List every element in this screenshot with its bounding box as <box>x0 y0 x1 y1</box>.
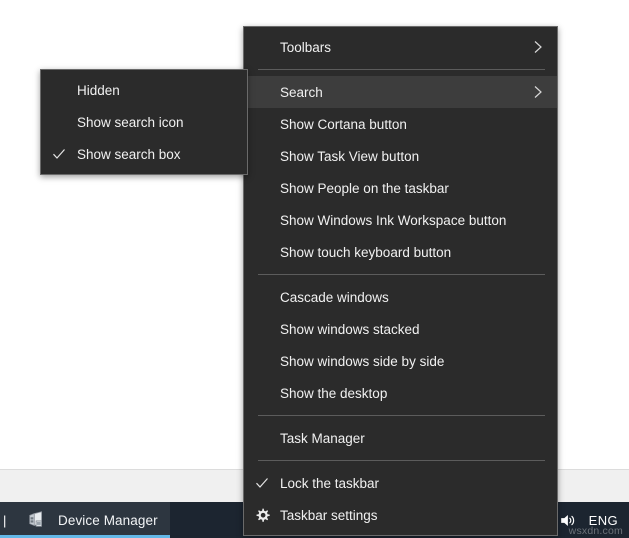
check-icon <box>255 476 269 490</box>
menu-item-label: Taskbar settings <box>280 508 543 523</box>
menu-item-label: Show touch keyboard button <box>280 245 543 260</box>
menu-item-show-windows-stacked[interactable]: Show windows stacked <box>244 313 557 345</box>
menu-item-show-windows-ink-workspace-button[interactable]: Show Windows Ink Workspace button <box>244 204 557 236</box>
menu-item-label: Show Cortana button <box>280 117 543 132</box>
menu-item-show-windows-side-by-side[interactable]: Show windows side by side <box>244 345 557 377</box>
menu-item-label: Show windows stacked <box>280 322 543 337</box>
menu-item-gutter <box>244 31 280 63</box>
menu-item-cascade-windows[interactable]: Cascade windows <box>244 281 557 313</box>
menu-item-label: Task Manager <box>280 431 543 446</box>
submenu-item-gutter <box>41 138 77 170</box>
chevron-right-icon <box>533 40 543 54</box>
menu-item-search[interactable]: Search <box>244 76 557 108</box>
taskbar-item-partial[interactable]: | <box>0 502 14 538</box>
menu-item-gutter <box>244 140 280 172</box>
chevron-right-icon <box>533 85 543 99</box>
menu-item-label: Show the desktop <box>280 386 543 401</box>
menu-item-toolbars[interactable]: Toolbars <box>244 31 557 63</box>
menu-item-label: Show windows side by side <box>280 354 543 369</box>
submenu-item-hidden[interactable]: Hidden <box>41 74 247 106</box>
menu-item-label: Toolbars <box>280 40 543 55</box>
menu-item-show-the-desktop[interactable]: Show the desktop <box>244 377 557 409</box>
taskbar-context-menu[interactable]: Toolbars Search Show Cortana button Show… <box>243 26 558 536</box>
menu-separator <box>258 69 545 70</box>
menu-separator <box>258 274 545 275</box>
menu-item-gutter <box>244 172 280 204</box>
menu-item-lock-the-taskbar[interactable]: Lock the taskbar <box>244 467 557 499</box>
menu-item-show-people-on-the-taskbar[interactable]: Show People on the taskbar <box>244 172 557 204</box>
menu-item-gutter <box>244 236 280 268</box>
taskbar-item-device-manager[interactable]: Device Manager <box>14 502 170 538</box>
submenu-item-label: Hidden <box>77 83 233 98</box>
submenu-item-label: Show search box <box>77 147 233 162</box>
submenu-item-gutter <box>41 106 77 138</box>
watermark: wsxdn.com <box>569 525 623 537</box>
menu-item-show-task-view-button[interactable]: Show Task View button <box>244 140 557 172</box>
submenu-item-show-search-icon[interactable]: Show search icon <box>41 106 247 138</box>
menu-item-label: Lock the taskbar <box>280 476 543 491</box>
menu-item-gutter <box>244 499 280 531</box>
submenu-item-label: Show search icon <box>77 115 233 130</box>
menu-item-gutter <box>244 204 280 236</box>
menu-separator <box>258 415 545 416</box>
menu-item-gutter <box>244 377 280 409</box>
gear-icon <box>255 508 270 523</box>
menu-item-gutter <box>244 345 280 377</box>
menu-item-label: Search <box>280 85 543 100</box>
menu-item-task-manager[interactable]: Task Manager <box>244 422 557 454</box>
menu-item-gutter <box>244 108 280 140</box>
taskbar-buttons: | Device Manager <box>0 502 170 538</box>
search-submenu[interactable]: Hidden Show search icon Show search box <box>40 69 248 175</box>
taskbar-item-partial-label: | <box>0 513 6 528</box>
submenu-item-gutter <box>41 74 77 106</box>
menu-separator <box>258 460 545 461</box>
menu-item-gutter <box>244 467 280 499</box>
menu-item-label: Show People on the taskbar <box>280 181 543 196</box>
menu-item-taskbar-settings[interactable]: Taskbar settings <box>244 499 557 531</box>
submenu-item-show-search-box[interactable]: Show search box <box>41 138 247 170</box>
menu-item-gutter <box>244 76 280 108</box>
device-manager-icon <box>26 509 48 531</box>
menu-item-label: Cascade windows <box>280 290 543 305</box>
check-icon <box>52 147 66 161</box>
menu-item-gutter <box>244 422 280 454</box>
taskbar-item-label: Device Manager <box>58 513 158 528</box>
menu-item-show-touch-keyboard-button[interactable]: Show touch keyboard button <box>244 236 557 268</box>
menu-item-show-cortana-button[interactable]: Show Cortana button <box>244 108 557 140</box>
menu-item-gutter <box>244 281 280 313</box>
menu-item-label: Show Windows Ink Workspace button <box>280 213 543 228</box>
menu-item-gutter <box>244 313 280 345</box>
menu-item-label: Show Task View button <box>280 149 543 164</box>
